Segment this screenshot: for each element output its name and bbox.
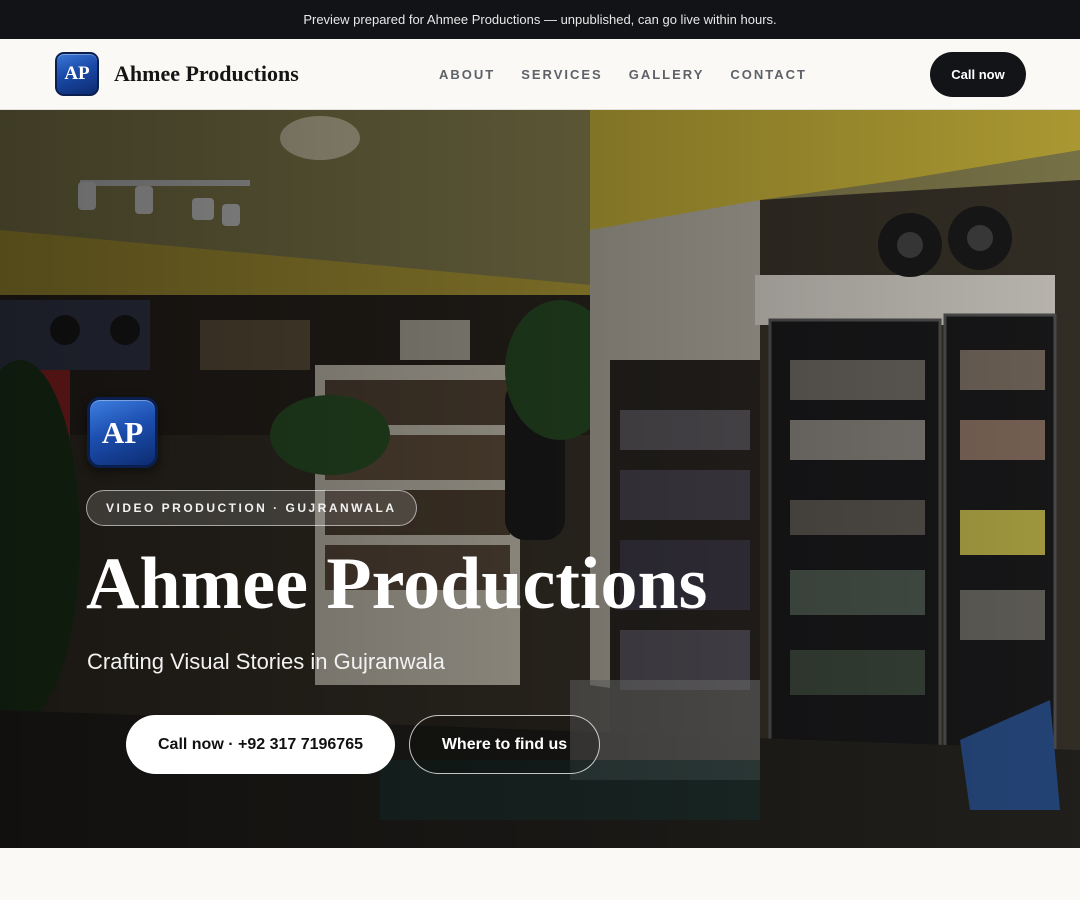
- nav-about[interactable]: ABOUT: [439, 67, 495, 82]
- hero-logo: AP: [87, 397, 158, 468]
- nav-gallery[interactable]: GALLERY: [629, 67, 705, 82]
- find-us-button[interactable]: Where to find us: [409, 715, 600, 774]
- announcement-text: Preview prepared for Ahmee Productions —…: [303, 12, 777, 27]
- category-tag: VIDEO PRODUCTION · GUJRANWALA: [86, 490, 417, 526]
- brand-logo: AP: [55, 52, 99, 96]
- nav-services[interactable]: SERVICES: [521, 67, 603, 82]
- announcement-bar: Preview prepared for Ahmee Productions —…: [0, 0, 1080, 39]
- main-nav: ABOUT SERVICES GALLERY CONTACT: [439, 39, 807, 109]
- site-header: AP Ahmee Productions ABOUT SERVICES GALL…: [0, 39, 1080, 110]
- hero-subtitle: Crafting Visual Stories in Gujranwala: [87, 649, 445, 674]
- hero-title: Ahmee Productions: [86, 543, 708, 625]
- call-now-button[interactable]: Call now: [930, 52, 1026, 97]
- brand-name: Ahmee Productions: [114, 61, 299, 86]
- nav-contact[interactable]: CONTACT: [730, 67, 807, 82]
- hero-section: AP VIDEO PRODUCTION · GUJRANWALA Ahmee P…: [0, 110, 1080, 848]
- call-phone-button[interactable]: Call now · +92 317 7196765: [126, 715, 395, 774]
- brand-link[interactable]: AP Ahmee Productions: [55, 52, 299, 96]
